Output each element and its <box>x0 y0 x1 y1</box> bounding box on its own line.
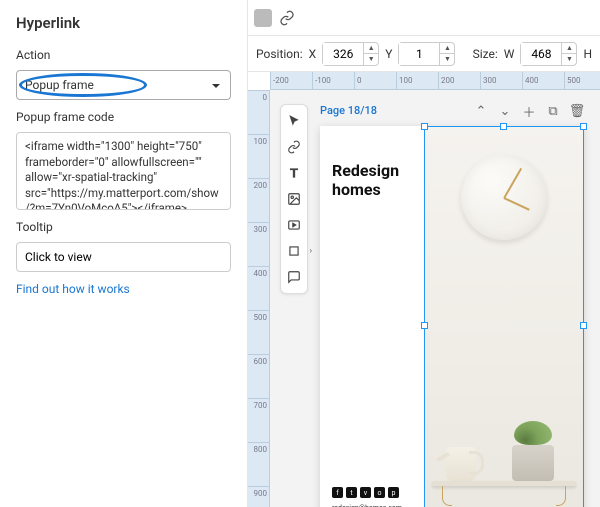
action-label: Action <box>16 48 231 62</box>
y-label: Y <box>385 47 392 61</box>
shelf <box>432 481 576 486</box>
ruler-horizontal: -200-1000100200300400500600700 <box>270 72 600 90</box>
social-icon: p <box>388 487 399 498</box>
action-select[interactable]: Popup frame <box>16 70 231 100</box>
page-photo <box>424 126 584 507</box>
ruler-tick: 300 <box>480 72 522 89</box>
color-swatch[interactable] <box>254 9 272 27</box>
plant-pot <box>512 445 554 481</box>
x-label: X <box>309 47 317 61</box>
delete-page-icon[interactable]: 🗑 <box>566 100 588 122</box>
ruler-tick: 800 <box>248 442 269 486</box>
watering-can <box>446 447 476 481</box>
move-down-icon[interactable]: ⌄ <box>494 100 516 122</box>
ruler-tick: 500 <box>248 310 269 354</box>
social-icons: ftvop <box>332 487 399 498</box>
page-indicator: Page 18/18 <box>320 104 377 117</box>
add-page-icon[interactable]: ＋ <box>518 100 540 122</box>
shelf-bracket <box>442 486 452 506</box>
page-title-text: Redesignhomes <box>332 162 412 201</box>
page-actions: ⌃ ⌄ ＋ ⧉ 🗑 <box>470 100 588 122</box>
page-left-panel: Redesignhomes ftvop redesign@homes.com <box>320 126 424 507</box>
ruler-vertical: 0100200300400500600700800900 <box>248 90 270 507</box>
image-tool-icon[interactable] <box>282 187 306 211</box>
panel-title: Hyperlink <box>16 14 231 32</box>
stepper-up-icon[interactable]: ▲ <box>364 43 378 54</box>
ruler-tick: 500 <box>564 72 600 89</box>
popup-frame-code-input[interactable] <box>16 132 231 210</box>
tooltip-input[interactable] <box>16 242 231 272</box>
comment-tool-icon[interactable] <box>282 265 306 289</box>
w-input[interactable]: ▲▼ <box>520 42 577 66</box>
link-tool-icon[interactable] <box>282 135 306 159</box>
ruler-tick: 300 <box>248 222 269 266</box>
ruler-tick: 900 <box>248 486 269 507</box>
tooltip-label: Tooltip <box>16 220 231 234</box>
copy-page-icon[interactable]: ⧉ <box>542 100 564 122</box>
ruler-tick: 200 <box>438 72 480 89</box>
help-link[interactable]: Find out how it works <box>16 282 231 296</box>
link-icon[interactable] <box>278 9 296 27</box>
ruler-area: -200-1000100200300400500600700 010020030… <box>248 72 600 507</box>
canvas[interactable]: › Page 18/18 ⌃ ⌄ ＋ ⧉ 🗑 Redesignhomes ftv… <box>270 90 600 507</box>
editor-area: Position: X ▲▼ Y ▲▼ Size: W ▲▼ H -200-10… <box>248 0 600 507</box>
text-tool-icon[interactable] <box>282 161 306 185</box>
collapse-up-icon[interactable]: ⌃ <box>470 100 492 122</box>
social-icon: v <box>360 487 371 498</box>
stepper-down-icon[interactable]: ▼ <box>364 54 378 65</box>
ruler-tick: 100 <box>396 72 438 89</box>
w-label: W <box>504 47 515 61</box>
page-spread[interactable]: Redesignhomes ftvop redesign@homes.com <box>320 126 584 507</box>
y-input[interactable]: ▲▼ <box>398 42 455 66</box>
ruler-tick: 700 <box>248 398 269 442</box>
ruler-tick: 200 <box>248 178 269 222</box>
shape-tool-icon[interactable]: › <box>282 239 306 263</box>
social-icon: t <box>346 487 357 498</box>
x-input[interactable]: ▲▼ <box>322 42 379 66</box>
action-value: Popup frame <box>25 78 94 92</box>
vertical-toolbar: › <box>280 104 308 294</box>
video-tool-icon[interactable] <box>282 213 306 237</box>
size-label: Size: <box>473 47 498 61</box>
ruler-tick: 600 <box>248 354 269 398</box>
ruler-tick: 400 <box>522 72 564 89</box>
social-icon: o <box>374 487 385 498</box>
cursor-tool-icon[interactable] <box>282 109 306 133</box>
top-toolbar <box>248 0 600 36</box>
shelf-bracket <box>556 486 566 506</box>
ruler-tick: 100 <box>248 134 269 178</box>
position-bar: Position: X ▲▼ Y ▲▼ Size: W ▲▼ H <box>248 36 600 72</box>
stepper-down-icon[interactable]: ▼ <box>440 54 454 65</box>
ruler-tick: 0 <box>248 90 269 134</box>
ruler-tick: -100 <box>312 72 354 89</box>
stepper-down-icon[interactable]: ▼ <box>562 54 576 65</box>
h-label: H <box>583 47 592 61</box>
wall-clock <box>461 154 547 240</box>
ruler-tick: -200 <box>270 72 312 89</box>
social-icon: f <box>332 487 343 498</box>
code-label: Popup frame code <box>16 110 231 124</box>
position-label: Position: <box>256 47 303 61</box>
ruler-tick: 0 <box>354 72 396 89</box>
stepper-up-icon[interactable]: ▲ <box>440 43 454 54</box>
stepper-up-icon[interactable]: ▲ <box>562 43 576 54</box>
hyperlink-panel: Hyperlink Action Popup frame Popup frame… <box>0 0 248 507</box>
ruler-tick: 400 <box>248 266 269 310</box>
